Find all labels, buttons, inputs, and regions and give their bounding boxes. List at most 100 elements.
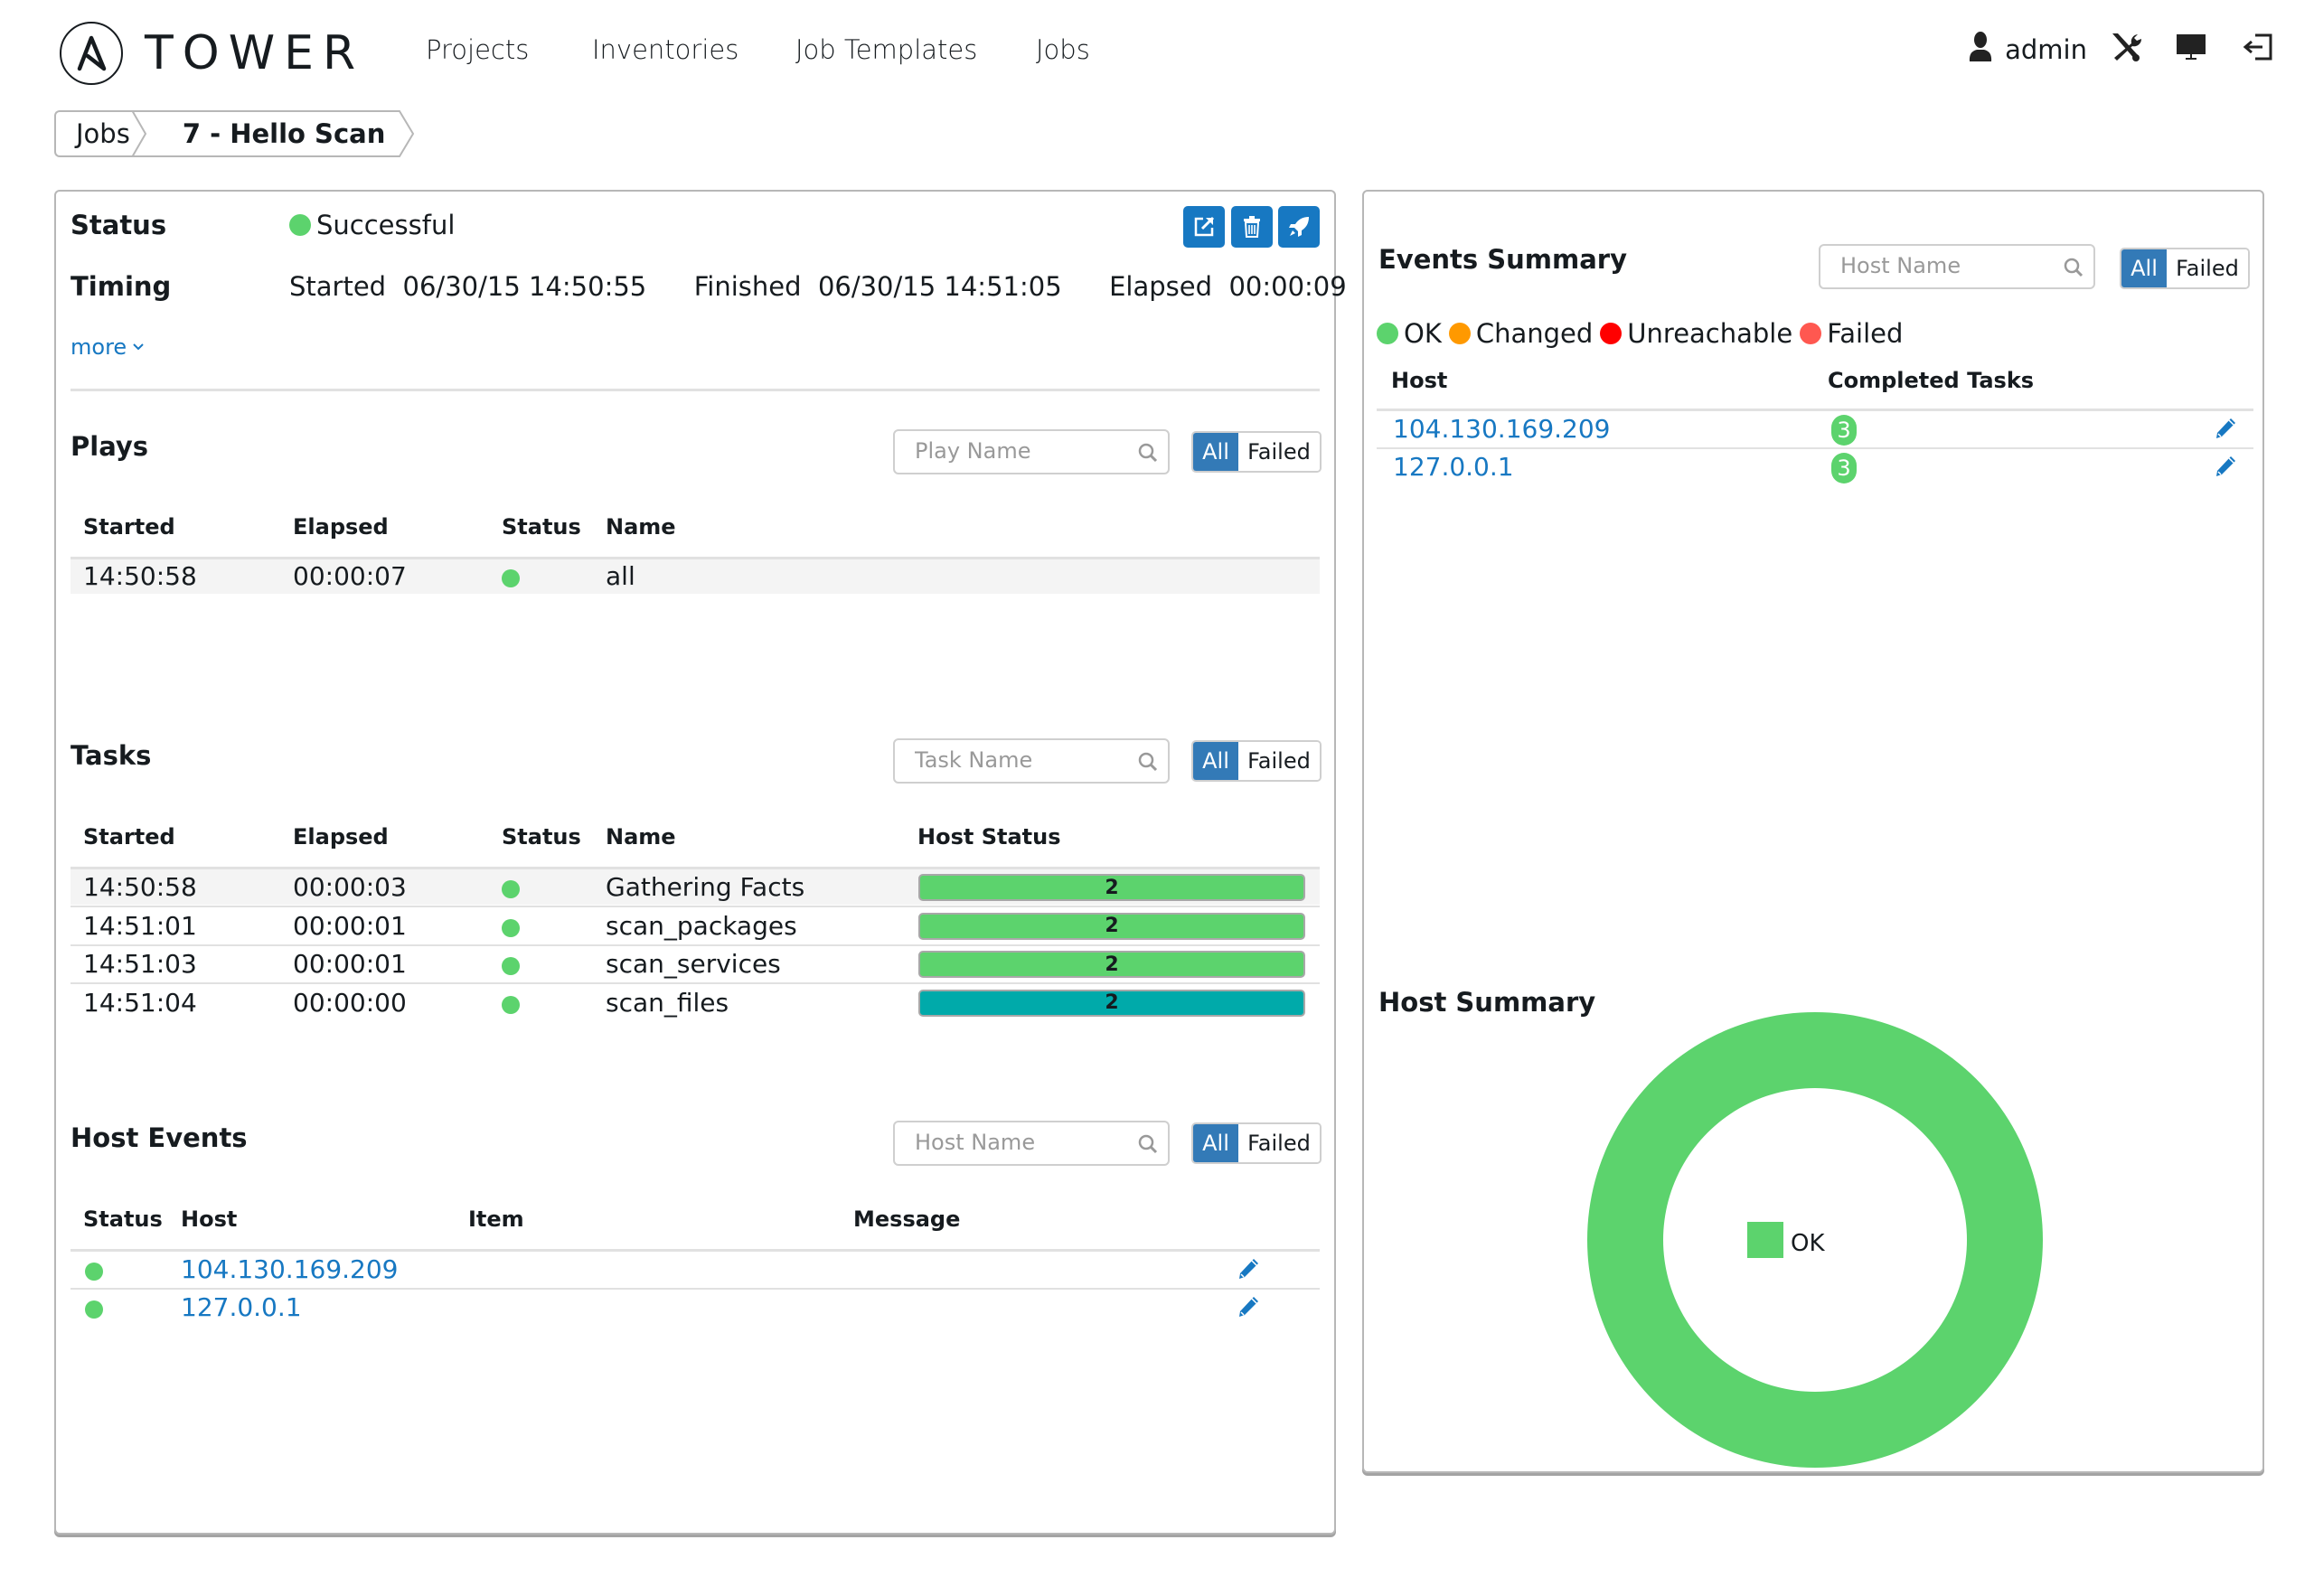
relaunch-job-button[interactable] <box>1278 206 1320 248</box>
user-icon[interactable] <box>1967 32 1994 67</box>
nav-jobs[interactable]: Jobs <box>1036 34 1090 65</box>
edit-pencil-icon[interactable] <box>1237 1295 1260 1323</box>
host-event-row[interactable]: 104.130.169.209 <box>71 1252 1320 1288</box>
host-events-input[interactable] <box>915 1122 1132 1162</box>
more-link[interactable]: more <box>71 334 145 360</box>
events-col-completed-tasks: Completed Tasks <box>1828 368 2035 393</box>
tasks-col-started: Started <box>83 824 175 850</box>
summary-host-link[interactable]: 127.0.0.1 <box>1393 452 1514 482</box>
host-events-search[interactable] <box>893 1121 1170 1166</box>
edit-pencil-icon[interactable] <box>2214 455 2237 483</box>
host-event-row[interactable]: 127.0.0.1 <box>71 1290 1320 1326</box>
play-name-search[interactable] <box>893 429 1170 474</box>
host-events-filter-all[interactable]: All <box>1193 1124 1238 1162</box>
more-link-label: more <box>71 334 127 360</box>
task-row[interactable]: 14:50:58 00:00:03 Gathering Facts 2 <box>71 869 1320 905</box>
completed-tasks-badge[interactable]: 3 <box>1831 415 1857 446</box>
plays-col-started: Started <box>83 514 175 540</box>
donut-legend-swatch <box>1747 1222 1783 1258</box>
search-icon[interactable] <box>1137 1133 1159 1155</box>
events-summary-filter-all[interactable]: All <box>2121 249 2167 287</box>
job-status: Successful <box>289 210 455 240</box>
settings-tools-icon[interactable] <box>2109 31 2143 68</box>
status-label: Status <box>71 210 167 240</box>
host-status-bar[interactable]: 2 <box>918 951 1305 978</box>
nav-projects[interactable]: Projects <box>426 34 529 65</box>
edit-pencil-icon[interactable] <box>2214 417 2237 445</box>
play-name-input[interactable] <box>915 431 1132 471</box>
task-started: 14:51:04 <box>83 987 197 1018</box>
host-status-bar[interactable]: 2 <box>918 989 1305 1017</box>
tower-logo[interactable]: TOWER <box>60 22 364 85</box>
plays-col-name: Name <box>606 514 676 540</box>
user-name[interactable]: admin <box>2005 34 2087 65</box>
logout-icon[interactable] <box>2243 33 2273 66</box>
events-summary-search[interactable] <box>1819 244 2095 289</box>
events-summary-host-input[interactable] <box>1840 246 2057 286</box>
divider <box>71 389 1320 391</box>
summary-panel: Events Summary All Failed OK Changed Unr… <box>1362 190 2264 1473</box>
host-status-bar[interactable]: 2 <box>918 874 1305 901</box>
host-event-host-link[interactable]: 104.130.169.209 <box>181 1254 398 1284</box>
legend-ok-dot-icon <box>1377 323 1398 344</box>
task-name: scan_services <box>606 949 781 979</box>
task-name: scan_files <box>606 987 729 1018</box>
play-row[interactable]: 14:50:58 00:00:07 all <box>71 559 1320 594</box>
host-events-col-item: Item <box>468 1206 524 1232</box>
host-status-bar[interactable]: 2 <box>918 912 1305 940</box>
tasks-title: Tasks <box>71 740 152 771</box>
tasks-col-name: Name <box>606 824 676 850</box>
started-value: 06/30/15 14:50:55 <box>402 271 647 302</box>
tasks-filter-failed[interactable]: Failed <box>1238 742 1320 780</box>
search-icon[interactable] <box>1137 751 1159 773</box>
events-summary-filter-toggle: All Failed <box>2120 248 2250 289</box>
task-name: Gathering Facts <box>606 872 805 902</box>
plays-filter-toggle: All Failed <box>1191 431 1322 473</box>
task-started: 14:51:01 <box>83 910 197 941</box>
task-row[interactable]: 14:51:01 00:00:01 scan_packages 2 <box>71 908 1320 944</box>
host-events-filter-toggle: All Failed <box>1191 1122 1322 1164</box>
events-summary-row[interactable]: 127.0.0.1 3 <box>1377 449 2253 485</box>
breadcrumb-separator-icon <box>131 110 147 157</box>
breadcrumb-current-job: 7 - Hello Scan <box>147 110 399 157</box>
play-name: all <box>606 561 635 591</box>
user-menu: admin <box>1967 31 2273 68</box>
task-name-search[interactable] <box>893 738 1170 784</box>
summary-host-link[interactable]: 104.130.169.209 <box>1393 414 1610 444</box>
monitor-icon[interactable] <box>2176 33 2206 66</box>
events-legend: OK Changed Unreachable Failed <box>1377 318 1910 349</box>
breadcrumb-current-label: 7 - Hello Scan <box>182 118 386 149</box>
delete-job-button[interactable] <box>1231 206 1273 248</box>
task-name-input[interactable] <box>915 740 1132 780</box>
tasks-filter-all[interactable]: All <box>1193 742 1238 780</box>
plays-filter-all[interactable]: All <box>1193 433 1238 471</box>
completed-tasks-badge[interactable]: 3 <box>1831 453 1857 483</box>
host-status-count: 2 <box>1105 953 1119 976</box>
edit-pencil-icon[interactable] <box>1237 1257 1260 1285</box>
ansible-logo-icon <box>60 22 123 85</box>
plays-filter-failed[interactable]: Failed <box>1238 433 1320 471</box>
job-status-value: Successful <box>316 210 456 240</box>
search-icon[interactable] <box>2063 257 2084 278</box>
host-events-filter-failed[interactable]: Failed <box>1238 1124 1320 1162</box>
nav-job-templates[interactable]: Job Templates <box>795 34 977 65</box>
events-summary-filter-failed[interactable]: Failed <box>2167 249 2248 287</box>
task-row[interactable]: 14:51:03 00:00:01 scan_services 2 <box>71 946 1320 981</box>
status-ok-icon <box>502 918 520 937</box>
finished-value: 06/30/15 14:51:05 <box>817 271 1062 302</box>
search-icon[interactable] <box>1137 442 1159 464</box>
trash-icon <box>1244 216 1260 238</box>
status-success-icon <box>289 214 311 236</box>
finished-label: Finished <box>693 271 802 302</box>
task-row[interactable]: 14:51:04 00:00:00 scan_files 2 <box>71 985 1320 1020</box>
task-elapsed: 00:00:01 <box>293 949 407 979</box>
events-col-host: Host <box>1391 368 1448 393</box>
events-summary-row[interactable]: 104.130.169.209 3 <box>1377 411 2253 447</box>
status-ok-icon <box>502 880 520 898</box>
host-events-col-status: Status <box>83 1206 163 1232</box>
elapsed-value: 00:00:09 <box>1228 271 1347 302</box>
nav-inventories[interactable]: Inventories <box>592 34 738 65</box>
view-output-button[interactable] <box>1183 206 1225 248</box>
completed-tasks-count: 3 <box>1837 455 1851 481</box>
host-event-host-link[interactable]: 127.0.0.1 <box>181 1292 302 1322</box>
